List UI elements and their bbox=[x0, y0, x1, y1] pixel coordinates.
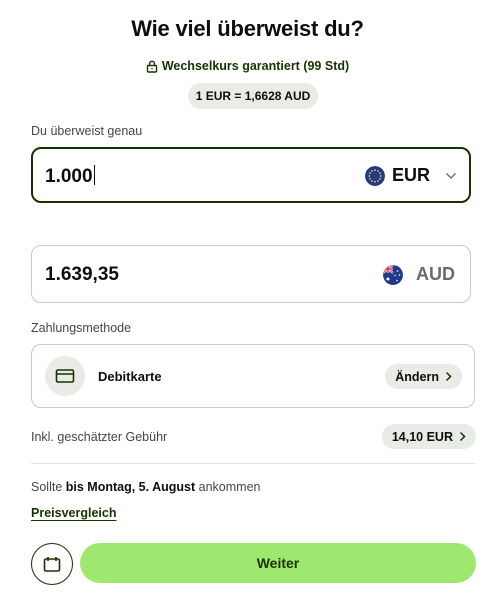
rate-guarantee-text: Wechselkurs garantiert (99 Std) bbox=[161, 59, 350, 73]
continue-button[interactable]: Weiter bbox=[80, 543, 476, 583]
send-currency-selector[interactable]: EUR bbox=[364, 165, 457, 186]
arrival-date: bis Montag, 5. August bbox=[65, 480, 196, 494]
text-cursor bbox=[93, 165, 96, 185]
arrival-prefix: Sollte bbox=[31, 480, 63, 494]
chevron-right-icon bbox=[459, 431, 466, 442]
receive-amount-input[interactable]: 1.639,35 bbox=[45, 264, 119, 286]
eu-flag-icon bbox=[364, 165, 385, 186]
schedule-transfer-button[interactable] bbox=[31, 543, 73, 585]
card-icon-container bbox=[45, 356, 85, 396]
calendar-icon bbox=[43, 556, 61, 573]
card-icon bbox=[55, 368, 75, 384]
payment-method-card[interactable]: Debitkarte Ändern bbox=[31, 344, 475, 408]
receive-amount-field[interactable]: 1.639,35 AUD bbox=[31, 245, 471, 303]
change-payment-button[interactable]: Ändern bbox=[385, 364, 462, 389]
page-title: Wie viel überweist du? bbox=[131, 16, 364, 41]
arrival-estimate: Sollte bis Montag, 5. August ankommen bbox=[31, 480, 261, 494]
lock-icon bbox=[146, 60, 158, 73]
send-amount-label: Du überweist genau bbox=[31, 124, 143, 138]
fee-details-button[interactable]: 14,10 EUR bbox=[381, 424, 476, 449]
send-amount-field[interactable]: 1.000 EUR bbox=[31, 147, 471, 203]
send-amount-input[interactable]: 1.000 bbox=[45, 166, 93, 187]
payment-method-name: Debitkarte bbox=[98, 369, 162, 384]
rate-guarantee: Wechselkurs garantiert (99 Std) bbox=[0, 59, 495, 73]
au-flag-icon bbox=[383, 264, 403, 285]
exchange-rate-badge: 1 EUR = 1,6628 AUD bbox=[188, 83, 318, 109]
receive-currency-display: AUD bbox=[383, 264, 455, 285]
receive-currency-code: AUD bbox=[416, 264, 455, 284]
chevron-right-icon bbox=[445, 371, 452, 382]
price-comparison-link[interactable]: Preisvergleich bbox=[31, 506, 116, 520]
change-payment-label: Ändern bbox=[395, 369, 439, 384]
payment-method-label: Zahlungsmethode bbox=[31, 321, 132, 335]
arrival-suffix: ankommen bbox=[198, 480, 261, 494]
send-currency-code: EUR bbox=[391, 165, 430, 185]
divider bbox=[31, 463, 475, 464]
chevron-down-icon bbox=[445, 172, 457, 180]
fee-label: Inkl. geschätzter Gebühr bbox=[31, 430, 168, 444]
fee-value: 14,10 EUR bbox=[391, 429, 453, 444]
